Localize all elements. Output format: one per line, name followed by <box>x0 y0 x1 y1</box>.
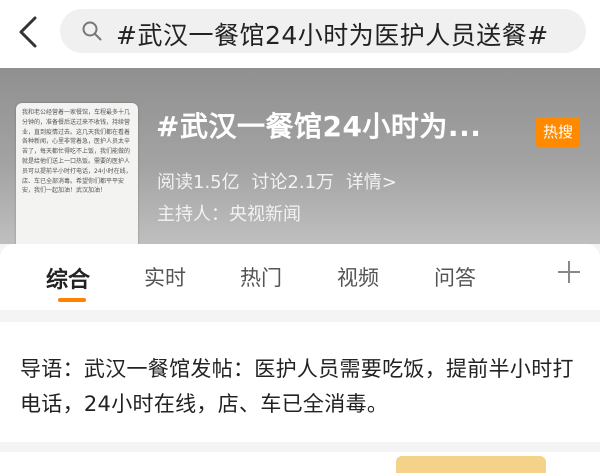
next-card-image <box>396 456 546 473</box>
tab-realtime[interactable]: 实时 <box>144 262 186 292</box>
active-tab-indicator <box>58 298 86 302</box>
search-bar[interactable]: #武汉一餐馆24小时为医护人员送餐# <box>60 9 586 53</box>
plus-icon[interactable] <box>556 259 582 285</box>
chevron-left-icon <box>19 16 37 48</box>
tab-video[interactable]: 视频 <box>337 262 379 292</box>
tab-comprehensive[interactable]: 综合 <box>46 262 90 294</box>
tab-qa[interactable]: 问答 <box>434 262 476 292</box>
guide-text: 导语：武汉一餐馆发帖：医护人员需要吃饭，提前半小时打电话，24小时在线，店、车已… <box>20 357 574 416</box>
back-button[interactable] <box>14 14 44 50</box>
guide-card: 导语：武汉一餐馆发帖：医护人员需要吃饭，提前半小时打电话，24小时在线，店、车已… <box>0 322 600 442</box>
topic-host: 主持人：央视新闻 <box>157 204 301 225</box>
search-query[interactable]: #武汉一餐馆24小时为医护人员送餐# <box>116 16 549 52</box>
tab-popular[interactable]: 热门 <box>240 262 282 292</box>
details-link[interactable]: 详情> <box>346 172 397 193</box>
read-count: 阅读1.5亿 <box>157 172 240 193</box>
topic-stats: 阅读1.5亿 讨论2.1万 详情> <box>157 168 403 194</box>
discussion-count: 讨论2.1万 <box>251 172 335 193</box>
top-bar: #武汉一餐馆24小时为医护人员送餐# <box>0 0 600 68</box>
hot-badge: 热搜 <box>536 117 580 147</box>
tab-bar: 综合 实时 热门 视频 问答 <box>0 244 600 310</box>
topic-title: #武汉一餐馆24小时为... <box>156 110 482 143</box>
next-card[interactable] <box>0 452 600 473</box>
thumbnail-text: 我和老公经营着一家餐馆，车程最多十几分钟的，准备餐后送过来不收钱，持续营业，直到… <box>22 109 132 195</box>
search-icon <box>82 21 102 41</box>
